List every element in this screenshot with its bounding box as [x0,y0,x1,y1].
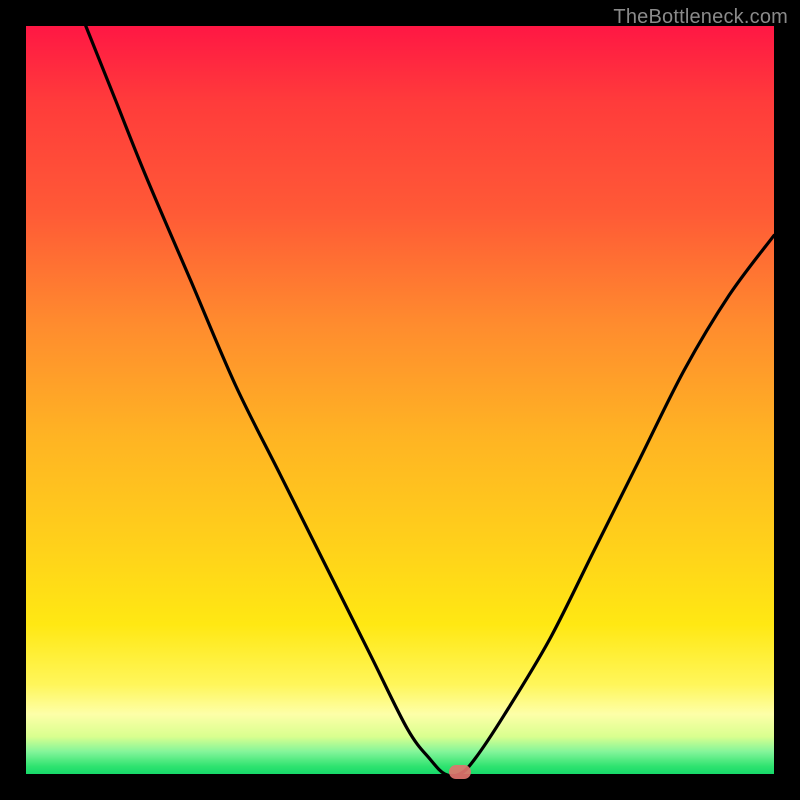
optimum-marker [449,765,471,779]
chart-frame: TheBottleneck.com [0,0,800,800]
bottleneck-curve [26,26,774,774]
plot-area [26,26,774,774]
